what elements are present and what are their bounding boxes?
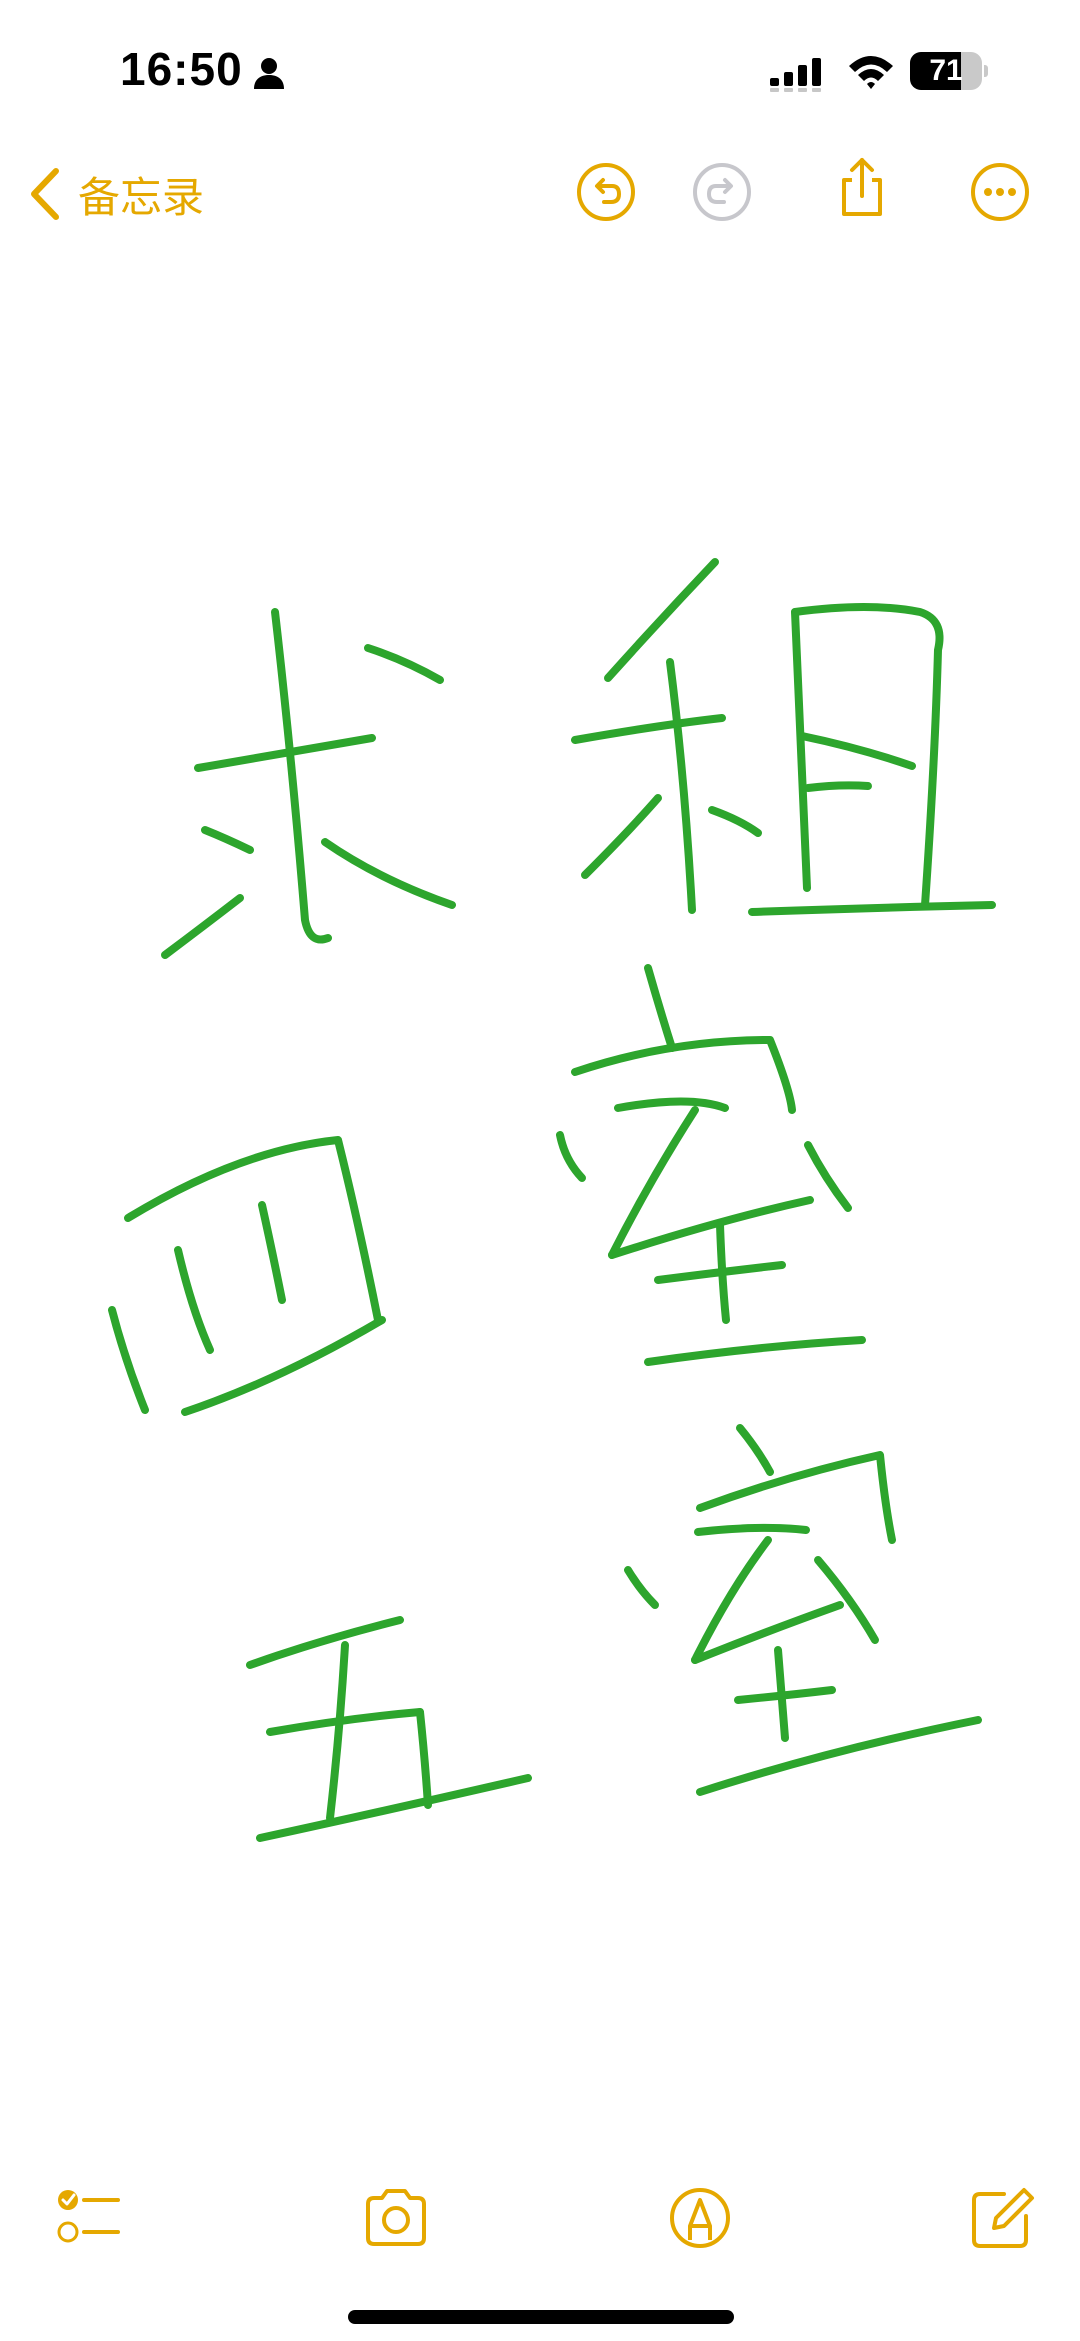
person-icon: [254, 58, 284, 89]
wifi-icon: [849, 56, 893, 89]
checklist-icon[interactable]: [54, 2184, 122, 2252]
back-label: 备忘录: [78, 172, 205, 222]
handwriting-char-2: [571, 558, 996, 916]
battery-level: 71: [929, 54, 963, 87]
markup-icon[interactable]: [666, 2184, 734, 2252]
compose-icon[interactable]: [968, 2184, 1036, 2252]
battery-icon: 71: [910, 52, 988, 90]
handwriting-char-5: [246, 1616, 532, 1842]
handwriting-char-3: [108, 1136, 386, 1416]
handwriting-char-1: [161, 608, 456, 959]
handwriting-char-4: [556, 964, 866, 1366]
bottom-toolbar: [0, 2170, 1080, 2270]
undo-icon[interactable]: [574, 160, 638, 224]
back-button[interactable]: 备忘录: [28, 162, 204, 226]
more-icon[interactable]: [968, 160, 1032, 224]
nav-bar: 备忘录: [0, 140, 1080, 250]
cellular-signal-icon: [770, 58, 821, 92]
redo-icon[interactable]: [690, 160, 754, 224]
camera-icon[interactable]: [362, 2184, 430, 2252]
drawing-canvas[interactable]: [0, 250, 1080, 2140]
share-icon[interactable]: [830, 156, 894, 220]
chevron-left-icon: [31, 168, 59, 220]
status-time: 16:50: [120, 43, 243, 95]
handwriting-drawing: [108, 558, 996, 1842]
status-bar: 16:50 71: [0, 0, 1080, 140]
home-indicator[interactable]: [348, 2310, 734, 2324]
handwriting-char-6: [624, 1424, 982, 1796]
